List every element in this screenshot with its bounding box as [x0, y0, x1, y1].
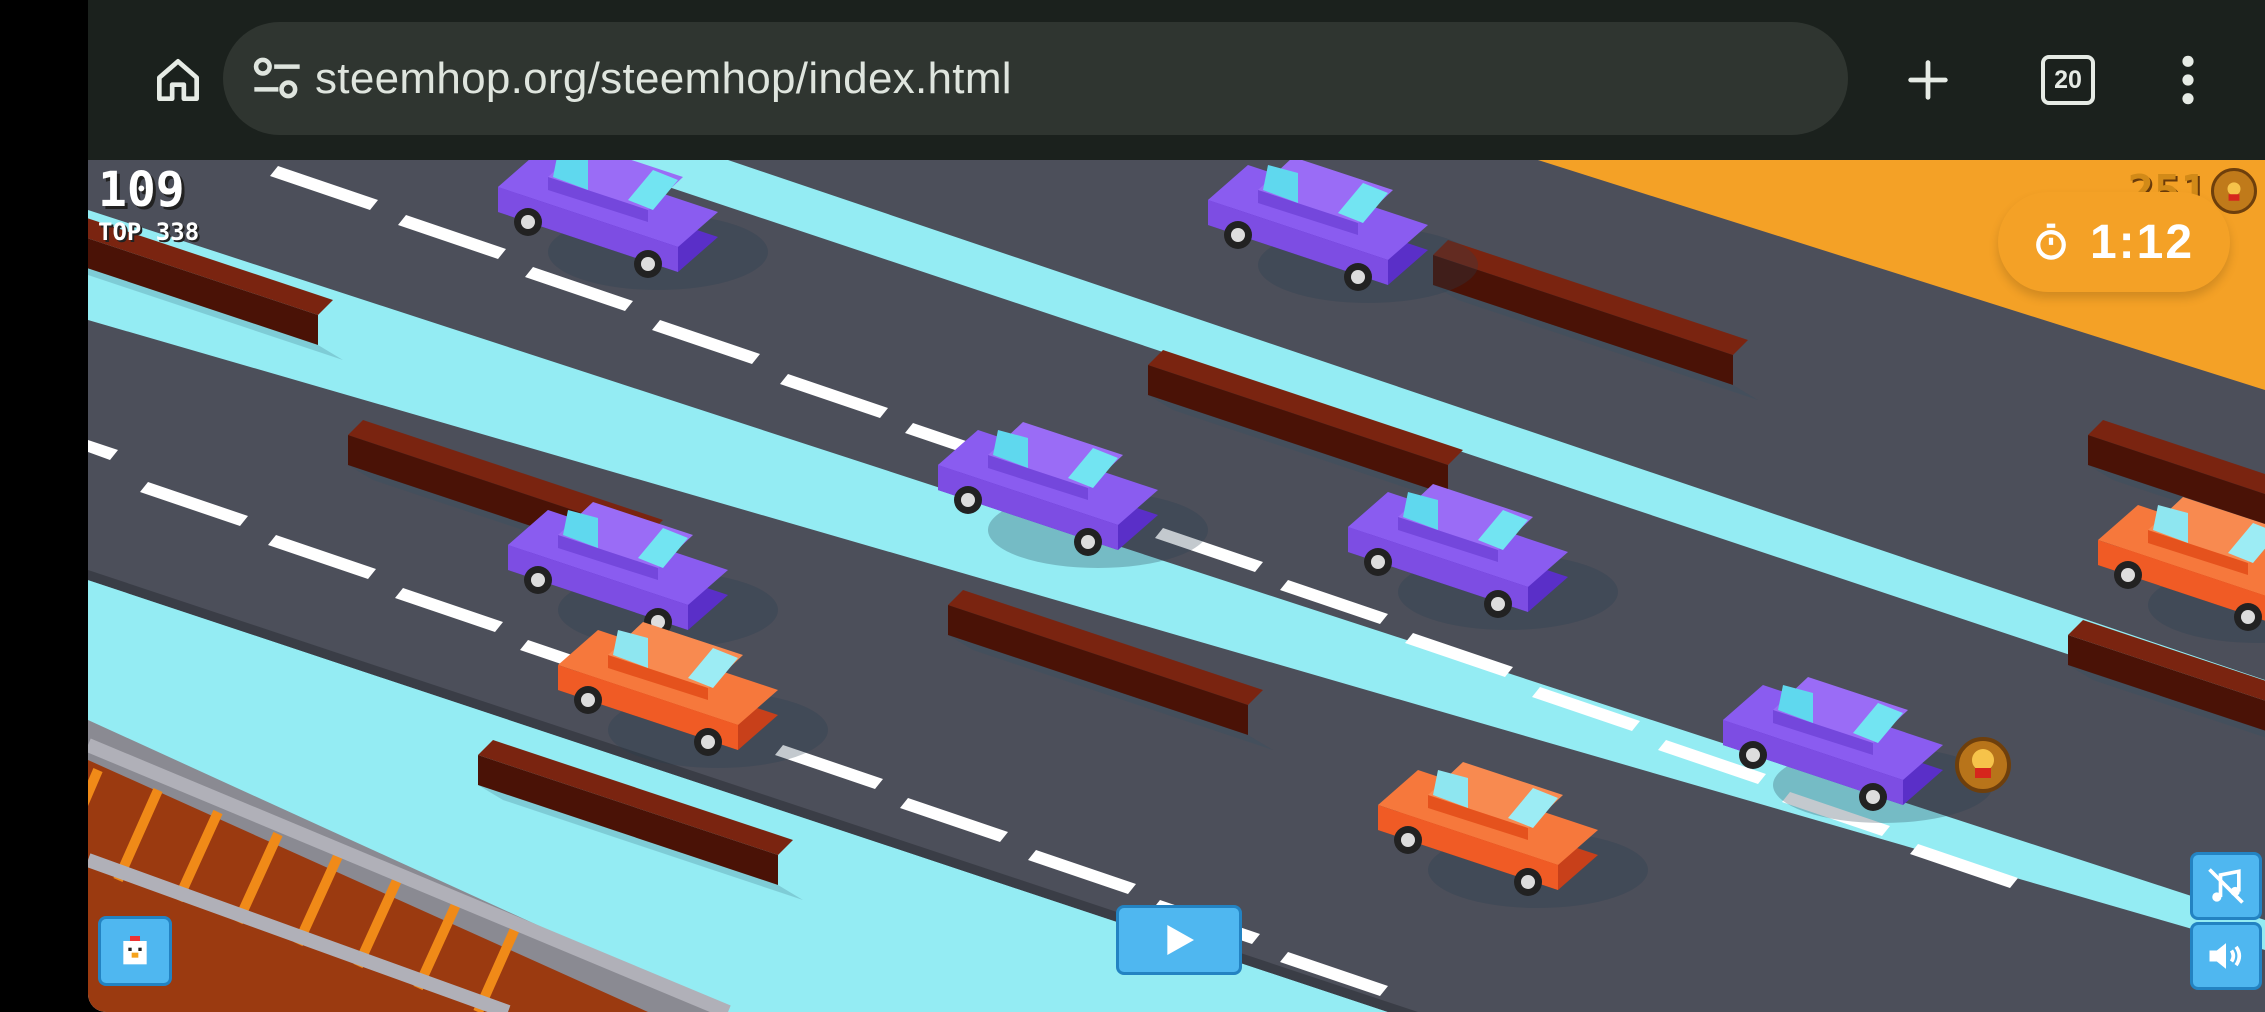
- home-button[interactable]: [128, 30, 228, 130]
- character-select-button[interactable]: [98, 916, 172, 986]
- speaker-icon: [2209, 943, 2242, 969]
- site-settings-icon[interactable]: [243, 44, 311, 112]
- play-icon: [1167, 925, 1194, 955]
- music-toggle-button[interactable]: [2190, 852, 2262, 920]
- chicken-icon: [123, 936, 147, 965]
- game-canvas[interactable]: 109 TOP 338 251 1:12: [88, 160, 2265, 1012]
- stopwatch-icon: [2036, 223, 2066, 260]
- game-scene: [88, 160, 2265, 1012]
- tab-count: 20: [2054, 65, 2082, 94]
- top-score: TOP 338: [98, 218, 200, 246]
- timer-value: 1:12: [2089, 215, 2195, 269]
- left-edge: [0, 0, 88, 1012]
- coin-pickup: [1955, 737, 2011, 793]
- coin-icon: [2211, 168, 2257, 214]
- music-off-icon: [2208, 868, 2244, 904]
- new-tab-button[interactable]: [1878, 30, 1978, 130]
- new-tab-icon: [1908, 60, 1948, 100]
- timer-badge: 1:12: [1998, 192, 2230, 292]
- play-button[interactable]: [1116, 905, 1242, 975]
- score: 109: [98, 162, 185, 218]
- tab-switcher-button[interactable]: 20: [2018, 30, 2118, 130]
- sound-toggle-button[interactable]: [2190, 922, 2262, 990]
- home-icon: [157, 59, 200, 101]
- url-text[interactable]: steemhop.org/steemhop/index.html: [315, 22, 1012, 135]
- address-bar[interactable]: steemhop.org/steemhop/index.html: [223, 22, 1848, 135]
- browser-toolbar: steemhop.org/steemhop/index.html 20: [88, 0, 2265, 160]
- more-menu-button[interactable]: [2148, 30, 2228, 130]
- tab-switcher-icon: 20: [2041, 55, 2095, 105]
- more-vert-icon: [2182, 55, 2194, 105]
